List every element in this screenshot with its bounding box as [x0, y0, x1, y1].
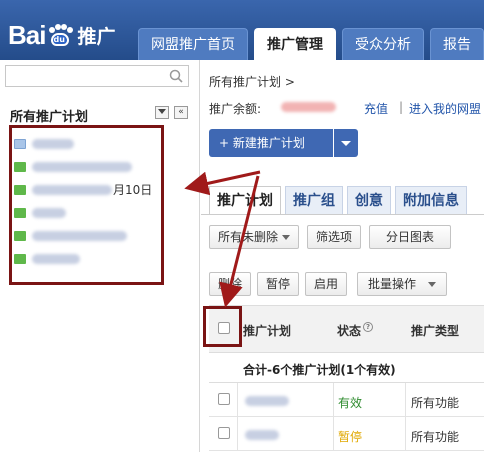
- col-status[interactable]: 状态?: [337, 322, 374, 339]
- plan-tree-title: 所有推广计划: [10, 110, 89, 125]
- chevron-down-icon: [428, 282, 437, 287]
- tab-report[interactable]: 报告: [430, 28, 484, 60]
- table-row: 有效 所有功能: [209, 383, 484, 417]
- tab-home[interactable]: 网盟推广首页: [138, 28, 248, 60]
- table-summary-row: 合计-6个推广计划(1个有效): [209, 353, 484, 383]
- status-text: 有效: [338, 396, 363, 410]
- sub-tabs: 推广计划 推广组 创意 附加信息: [209, 186, 467, 214]
- table-header: 推广计划 状态? 推广类型: [209, 305, 484, 353]
- table-row: 暂停 所有功能: [209, 417, 484, 451]
- subtab-creatives[interactable]: 创意: [347, 186, 391, 214]
- logo-text: Bai: [8, 19, 46, 50]
- action-toolbar: 删除 暂停 启用 批量操作: [209, 272, 448, 296]
- divider: [201, 214, 484, 215]
- daily-chart-button[interactable]: 分日图表: [369, 225, 452, 249]
- help-icon[interactable]: ?: [363, 322, 374, 332]
- subtab-plans[interactable]: 推广计划: [209, 186, 281, 214]
- subtab-extra-info[interactable]: 附加信息: [395, 186, 467, 214]
- blurred-plan-name[interactable]: [245, 430, 279, 440]
- new-plan-button[interactable]: + 新建推广计划: [209, 129, 333, 157]
- status-filter-value: 所有未删除: [218, 230, 279, 244]
- blurred-balance: [281, 102, 336, 112]
- col-type[interactable]: 推广类型: [411, 322, 459, 339]
- filter-options-button[interactable]: 筛选项: [307, 225, 362, 249]
- annotation-box-tree: [9, 125, 164, 285]
- annotation-box-checkbox: [203, 306, 242, 347]
- logo-du: du: [53, 35, 65, 44]
- filter-bar: 所有未删除 筛选项 分日图表: [209, 225, 452, 249]
- breadcrumb[interactable]: 所有推广计划 >: [209, 73, 295, 90]
- main-panel: 所有推广计划 > 推广余额: 充值 | 进入我的网盟 + 新建推广计划 推广计划…: [201, 60, 484, 452]
- delete-button[interactable]: 删除: [209, 272, 252, 296]
- balance-label: 推广余额:: [209, 102, 262, 116]
- status-text: 暂停: [338, 430, 363, 444]
- link-separator: |: [399, 100, 404, 114]
- search-input[interactable]: [5, 65, 189, 87]
- chevron-down-icon: [282, 235, 291, 240]
- pause-button[interactable]: 暂停: [257, 272, 300, 296]
- enable-button[interactable]: 启用: [305, 272, 348, 296]
- collapse-panel-button[interactable]: «: [174, 106, 188, 119]
- summary-text: 合计-6个推广计划(1个有效): [243, 363, 396, 377]
- top-bar: Bai du 推广 网盟推广首页 推广管理 受众分析 报告: [0, 0, 484, 60]
- row-checkbox[interactable]: [218, 393, 230, 405]
- col-status-label: 状态: [337, 324, 362, 338]
- new-plan-dropdown-button[interactable]: [334, 129, 358, 157]
- tab-audience-analysis[interactable]: 受众分析: [342, 28, 424, 60]
- row-checkbox[interactable]: [218, 427, 230, 439]
- enter-network-link[interactable]: 进入我的网盟: [409, 100, 481, 117]
- recharge-link[interactable]: 充值: [364, 100, 388, 117]
- main-nav-tabs: 网盟推广首页 推广管理 受众分析 报告: [138, 28, 484, 60]
- batch-operation-select[interactable]: 批量操作: [357, 272, 448, 296]
- tab-promotion-management[interactable]: 推广管理: [254, 28, 336, 60]
- paw-icon: du: [47, 24, 74, 46]
- type-text: 所有功能: [411, 396, 460, 410]
- search-icon[interactable]: [169, 69, 183, 83]
- col-plan[interactable]: 推广计划: [243, 322, 291, 339]
- baidu-logo[interactable]: Bai du 推广: [8, 18, 115, 52]
- logo-subtitle: 推广: [77, 25, 116, 48]
- batch-operation-label: 批量操作: [368, 277, 417, 291]
- blurred-plan-name[interactable]: [245, 396, 289, 406]
- dropdown-button[interactable]: [155, 106, 169, 119]
- status-filter-select[interactable]: 所有未删除: [209, 225, 300, 249]
- type-text: 所有功能: [411, 430, 460, 444]
- subtab-groups[interactable]: 推广组: [285, 186, 343, 214]
